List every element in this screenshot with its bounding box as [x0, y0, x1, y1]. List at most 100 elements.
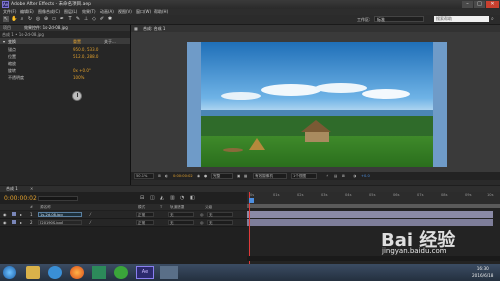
shy-layers-icon[interactable]: ◭ [160, 195, 164, 201]
layer-switches-icon[interactable]: ⁄ [90, 211, 91, 218]
snapshot-icon[interactable]: ◉ [197, 173, 200, 179]
mask-icon[interactable]: ◐ [165, 173, 168, 179]
tab-timeline-comp[interactable]: 合成 1 [6, 186, 18, 192]
composition-viewer[interactable] [131, 32, 500, 172]
file-explorer-icon[interactable] [26, 266, 40, 279]
expand-arrow-icon[interactable]: ▸ [20, 211, 22, 218]
tab-effect-controls[interactable]: 效果控件: 1s-2d-08.jpg [24, 25, 68, 31]
timeline-icon[interactable]: ▤ [334, 173, 337, 179]
after-effects-taskbar-icon[interactable]: Ae [136, 266, 154, 279]
window-taskbar-icon[interactable] [160, 266, 178, 279]
parent-select[interactable]: 无 [207, 212, 233, 217]
maximize-button[interactable]: □ [474, 1, 485, 8]
search-icon[interactable]: ⌕ [491, 16, 494, 22]
clone-stamp-tool-icon[interactable]: ⊥ [83, 16, 89, 22]
timeline-timecode[interactable]: 0:00:00:02 [4, 195, 37, 202]
view-layout-select[interactable]: 1个视图 [291, 173, 317, 179]
reset-link[interactable]: 重置 [73, 39, 81, 45]
close-tab-icon[interactable]: ✕ [30, 186, 33, 192]
rectangle-tool-icon[interactable]: ▭ [51, 16, 57, 22]
layer-column-header: # 源名称 模式 T 轨道遮罩 父级 [0, 204, 247, 210]
transparency-grid-icon[interactable]: ▦ [244, 173, 247, 179]
zoom-select[interactable]: 50.1% [134, 173, 154, 179]
layer-mode-select[interactable]: 正常 [136, 212, 154, 217]
position-value[interactable]: 512.0, 288.0 [73, 54, 98, 59]
motion-blur-icon[interactable]: ◔ [180, 195, 184, 201]
hand-tool-icon[interactable]: ✋ [11, 16, 17, 22]
parent-pickwhip-icon[interactable]: ◎ [200, 219, 204, 226]
rotation-value[interactable]: 0x +0.0° [73, 68, 91, 73]
grid-icon[interactable]: ⊞ [158, 173, 161, 179]
transform-group-row[interactable]: ▾ 变换 重置 关于... [0, 38, 130, 44]
draft-3d-icon[interactable]: ◫ [150, 195, 155, 201]
eraser-tool-icon[interactable]: ◇ [91, 16, 97, 22]
color-channel-icon[interactable]: ● [204, 173, 207, 179]
tab-project[interactable]: 项目 [3, 25, 11, 31]
region-of-interest-icon[interactable]: ▣ [237, 173, 240, 179]
search-help-input[interactable]: 搜索帮助 [434, 16, 489, 22]
composition-mini-flowchart-icon[interactable]: ⊟ [140, 195, 144, 201]
pan-behind-tool-icon[interactable]: ⊕ [43, 16, 49, 22]
close-button[interactable]: ✕ [486, 1, 499, 8]
graph-editor-icon[interactable]: ◧ [190, 195, 195, 201]
chevron-down-icon[interactable]: ▾ [3, 39, 5, 44]
camera-tool-icon[interactable]: ◎ [35, 16, 41, 22]
workspace-select[interactable]: 标准 [374, 16, 424, 22]
column-source-name[interactable]: 源名称 [40, 204, 51, 210]
text-tool-icon[interactable]: T [67, 16, 73, 22]
time-ruler[interactable]: 0s 01s 02s 03s 04s 05s 06s 07s 08s 09s 1… [247, 192, 500, 204]
zoom-tool-icon[interactable]: ⌕ [19, 16, 25, 22]
parent-select[interactable]: 无 [207, 220, 233, 225]
timeline-zoom-scrollbar[interactable] [247, 256, 500, 261]
ruler-tick: 01s [273, 193, 280, 197]
viewer-timecode[interactable]: 0:00:00:02 [173, 173, 193, 179]
layer-row[interactable]: ◉ ▸ 1 1s-2d-08.jpg ⁄ 正常 无 ◎ 无 [0, 211, 247, 219]
layer-mode-select[interactable]: 正常 [136, 220, 154, 225]
rotation-dial[interactable] [72, 91, 82, 101]
track-matte-select[interactable]: 无 [168, 220, 194, 225]
label-color-swatch[interactable] [12, 212, 16, 216]
playhead-handle[interactable] [249, 198, 254, 203]
rotate-tool-icon[interactable]: ↻ [27, 16, 33, 22]
work-area-bar[interactable] [247, 204, 500, 208]
chat-app-icon[interactable] [114, 266, 128, 279]
layer-duration-bar[interactable] [247, 219, 493, 226]
pen-tool-icon[interactable]: ✒ [59, 16, 65, 22]
layer-number: 1 [30, 212, 33, 217]
track-matte-select[interactable]: 无 [168, 212, 194, 217]
flowchart-icon[interactable]: ⊠ [342, 173, 345, 179]
start-button[interactable] [3, 266, 16, 279]
puppet-tool-icon[interactable]: ✱ [107, 16, 113, 22]
visibility-eye-icon[interactable]: ◉ [3, 211, 7, 218]
roto-brush-tool-icon[interactable]: ✐ [99, 16, 105, 22]
minimize-button[interactable]: – [462, 1, 473, 8]
parent-pickwhip-icon[interactable]: ◎ [200, 211, 204, 218]
resolution-select[interactable]: 完整 [211, 173, 233, 179]
visibility-eye-icon[interactable]: ◉ [3, 219, 7, 226]
column-track-matte: 轨道遮罩 [170, 205, 185, 209]
layer-name[interactable]: [20190S.jpg] [38, 220, 82, 225]
browser-icon[interactable] [48, 266, 62, 279]
brush-tool-icon[interactable]: ✎ [75, 16, 81, 22]
selection-tool-icon[interactable]: ↖ [3, 16, 9, 22]
frame-blending-icon[interactable]: ▥ [170, 195, 175, 201]
layer-search-input[interactable] [38, 196, 78, 201]
lock-icon[interactable]: ■ [134, 26, 138, 31]
firefox-icon[interactable] [70, 266, 84, 279]
layer-duration-bar[interactable] [247, 211, 493, 218]
expand-arrow-icon[interactable]: ▸ [20, 219, 22, 226]
exposure-value[interactable]: +0.0 [361, 173, 370, 179]
label-color-swatch[interactable] [12, 220, 16, 224]
current-time-indicator[interactable] [249, 192, 254, 264]
fast-preview-icon[interactable]: ⚡ [326, 173, 329, 179]
media-player-icon[interactable] [92, 266, 106, 279]
system-clock[interactable]: 16:30 2016/6/18 [472, 265, 493, 279]
layer-switches-icon[interactable]: ⁄ [90, 219, 91, 226]
layer-name[interactable]: 1s-2d-08.jpg [38, 212, 82, 217]
anchor-value[interactable]: 950.0, 533.0 [73, 47, 98, 52]
layer-row[interactable]: ◉ ▸ 2 [20190S.jpg] ⁄ 正常 无 ◎ 无 [0, 219, 247, 227]
exposure-icon[interactable]: ◑ [353, 173, 356, 179]
about-link[interactable]: 关于... [104, 39, 116, 45]
camera-select[interactable]: 有效摄像机 [253, 173, 287, 179]
opacity-value[interactable]: 100% [73, 75, 84, 80]
